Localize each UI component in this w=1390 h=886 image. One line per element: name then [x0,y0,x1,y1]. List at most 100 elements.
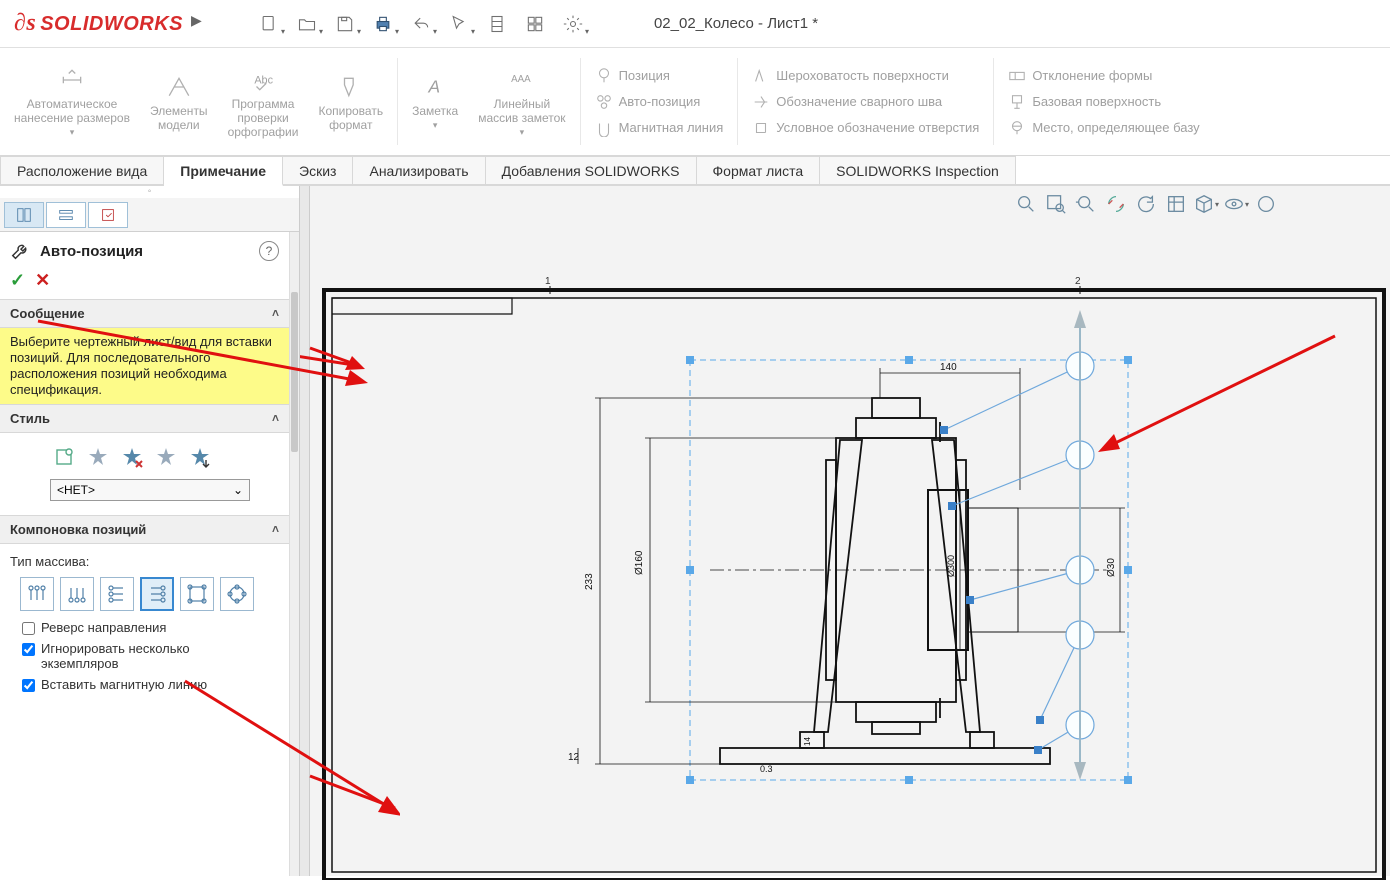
command-tabs: Расположение вида Примечание Эскиз Анали… [0,156,1390,186]
style-select[interactable]: <НЕТ>⌄ [50,479,250,501]
panel-tabs [0,198,299,232]
hole-callout-button[interactable]: Условное обозначение отверстия [748,115,983,141]
new-button[interactable]: ▾ [251,8,287,40]
linear-note-button[interactable]: AAA Линейный массив заметок▾ [468,48,575,155]
rebuild-button[interactable] [479,8,515,40]
model-items-button[interactable]: Элементы модели [140,48,218,155]
svg-text:2: 2 [1075,276,1081,287]
open-button[interactable]: ▾ [289,8,325,40]
display-style-icon[interactable] [1162,190,1190,218]
options-button[interactable] [517,8,553,40]
format-painter-button[interactable]: Копировать формат [308,48,393,155]
select-button[interactable]: ▾ [441,8,477,40]
print-button[interactable]: ▾ [365,8,401,40]
style-delete-icon[interactable] [118,443,146,471]
magnetic-line-button[interactable]: Магнитная линия [591,115,728,141]
chevron-up-icon: ˄ [272,306,279,321]
save-button[interactable]: ▾ [327,8,363,40]
message-box: Выберите чертежный лист/вид для вставки … [0,328,289,404]
section-layout-header[interactable]: Компоновка позиций˄ [0,515,289,544]
graphics-area[interactable]: ▾ ▾ 1 2 [300,186,1390,876]
view-toolbar: ▾ ▾ [1012,190,1280,218]
svg-text:12: 12 [568,752,580,763]
cancel-button[interactable]: ✕ [35,270,50,291]
ribbon: Автоматическое нанесение размеров▾ Элеме… [0,48,1390,156]
datum-button[interactable]: Базовая поверхность [1004,89,1203,115]
magnetic-checkbox[interactable]: Вставить магнитную линию [10,674,279,695]
pin-icon[interactable]: ◦ [0,186,299,198]
note-button[interactable]: A Заметка▾ [402,48,468,155]
prev-view-icon[interactable] [1072,190,1100,218]
tab-sketch[interactable]: Эскиз [283,156,353,184]
svg-text:Ø30: Ø30 [1106,558,1117,577]
pattern-square-button[interactable] [180,577,214,611]
property-tab[interactable] [46,202,86,228]
tab-addins[interactable]: Добавления SOLIDWORKS [486,156,697,184]
auto-balloon-button[interactable]: Авто-позиция [591,89,728,115]
pattern-top-button[interactable] [20,577,54,611]
tab-sheet-format[interactable]: Формат листа [697,156,821,184]
chevron-right-icon[interactable]: ▶ [191,12,203,36]
tab-evaluate[interactable]: Анализировать [353,156,485,184]
svg-text:0.3: 0.3 [760,764,773,774]
chevron-up-icon: ˄ [272,411,279,426]
style-load-icon[interactable] [186,443,214,471]
title-bar: ∂sSOLIDWORKS ▶ ▾ ▾ ▾ ▾ ▾ ▾ ▾ 02_02_Колес… [0,0,1390,48]
balloon-button[interactable]: Позиция [591,63,728,89]
pattern-left-button[interactable] [100,577,134,611]
drawing-canvas[interactable]: 1 2 [320,230,1390,880]
ignore-checkbox[interactable]: Игнорировать несколько экземпляров [10,638,279,674]
quick-access-bar: ▾ ▾ ▾ ▾ ▾ ▾ ▾ [251,8,591,40]
chevron-up-icon: ˄ [272,522,279,537]
weld-symbol-button[interactable]: Обозначение сварного шва [748,89,983,115]
datum-target-button[interactable]: Место, определяющее базу [1004,115,1203,141]
zoom-fit-icon[interactable] [1012,190,1040,218]
section-message-header[interactable]: Сообщение˄ [0,299,289,328]
pattern-circular-button[interactable] [220,577,254,611]
pattern-right-button[interactable] [140,577,174,611]
section-view-icon[interactable] [1102,190,1130,218]
geom-tolerance-button[interactable]: Отклонение формы [1004,63,1203,89]
reverse-checkbox[interactable]: Реверс направления [10,617,279,638]
svg-text:233: 233 [584,573,595,590]
panel-title: Авто-позиция [40,243,251,260]
svg-text:1: 1 [545,276,551,287]
pattern-bottom-button[interactable] [60,577,94,611]
rotate-view-icon[interactable] [1132,190,1160,218]
undo-button[interactable]: ▾ [403,8,439,40]
app-logo: ∂sSOLIDWORKS ▶ [0,10,211,37]
svg-text:AAA: AAA [511,74,531,85]
wrench-icon [10,240,32,262]
chevron-down-icon: ⌄ [233,483,243,497]
splitter[interactable] [300,186,310,876]
settings-button[interactable]: ▾ [555,8,591,40]
svg-text:A: A [428,76,441,96]
svg-text:140: 140 [940,362,957,373]
feature-manager-tab[interactable] [4,202,44,228]
zoom-area-icon[interactable] [1042,190,1070,218]
spellcheck-button[interactable]: Abc Программа проверки орфографии [218,48,309,155]
surface-finish-button[interactable]: Шероховатость поверхности [748,63,983,89]
svg-text:Abc: Abc [254,74,273,86]
style-apply-icon[interactable] [50,443,78,471]
style-add-icon[interactable] [84,443,112,471]
svg-text:Ø300: Ø300 [946,555,956,577]
array-type-label: Тип массива: [10,550,279,573]
auto-dimension-button[interactable]: Автоматическое нанесение размеров▾ [4,48,140,155]
view-cube-icon[interactable]: ▾ [1192,190,1220,218]
section-style-header[interactable]: Стиль˄ [0,404,289,433]
style-save-icon[interactable] [152,443,180,471]
style-icons [10,439,279,475]
panel-scrollbar[interactable] [289,232,299,876]
appearance-icon[interactable] [1252,190,1280,218]
help-icon[interactable]: ? [259,241,279,261]
config-tab[interactable] [88,202,128,228]
ok-button[interactable]: ✓ [10,270,25,291]
svg-text:14: 14 [803,737,812,746]
property-manager: ◦ Авто-позиция ? ✓ ✕ Сообщение˄ Выберите… [0,186,300,876]
tab-view-layout[interactable]: Расположение вида [0,156,164,184]
hide-show-icon[interactable]: ▾ [1222,190,1250,218]
tab-inspection[interactable]: SOLIDWORKS Inspection [820,156,1016,184]
document-title: 02_02_Колесо - Лист1 * [654,15,818,32]
tab-annotation[interactable]: Примечание [164,156,283,186]
